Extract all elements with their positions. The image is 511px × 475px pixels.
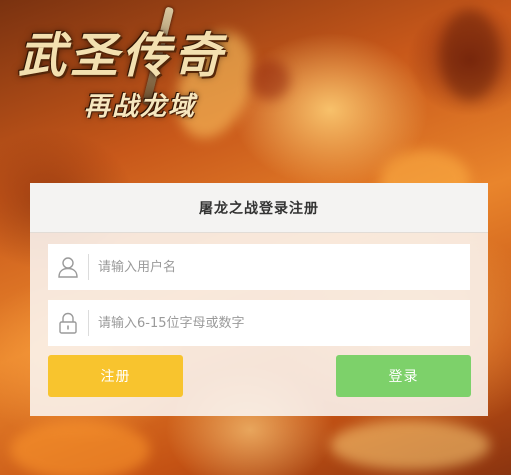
login-button[interactable]: 登录 bbox=[336, 355, 471, 397]
lock-icon bbox=[48, 300, 88, 346]
username-field[interactable] bbox=[48, 244, 470, 290]
background-flame bbox=[10, 420, 150, 475]
password-field[interactable] bbox=[48, 300, 470, 346]
logo-title: 武圣传奇 bbox=[18, 28, 227, 84]
game-logo: 武圣传奇 再战龙域 bbox=[18, 6, 268, 136]
logo-subtitle: 再战龙域 bbox=[84, 92, 197, 122]
game-login-page: 武圣传奇 再战龙域 屠龙之战登录注册 请输入用户名 注册 登录 bbox=[0, 0, 511, 475]
user-icon bbox=[48, 244, 88, 290]
panel-header: 屠龙之战登录注册 bbox=[30, 183, 488, 233]
background-shadow bbox=[440, 10, 500, 100]
background-flame bbox=[330, 420, 490, 470]
username-input[interactable] bbox=[89, 245, 470, 289]
register-button-label: 注册 bbox=[100, 369, 131, 385]
password-input[interactable] bbox=[89, 301, 470, 345]
panel-title: 屠龙之战登录注册 bbox=[199, 200, 319, 217]
login-button-label: 登录 bbox=[388, 369, 419, 385]
register-button[interactable]: 注册 bbox=[48, 355, 183, 397]
login-panel: 屠龙之战登录注册 注册 bbox=[30, 183, 488, 416]
